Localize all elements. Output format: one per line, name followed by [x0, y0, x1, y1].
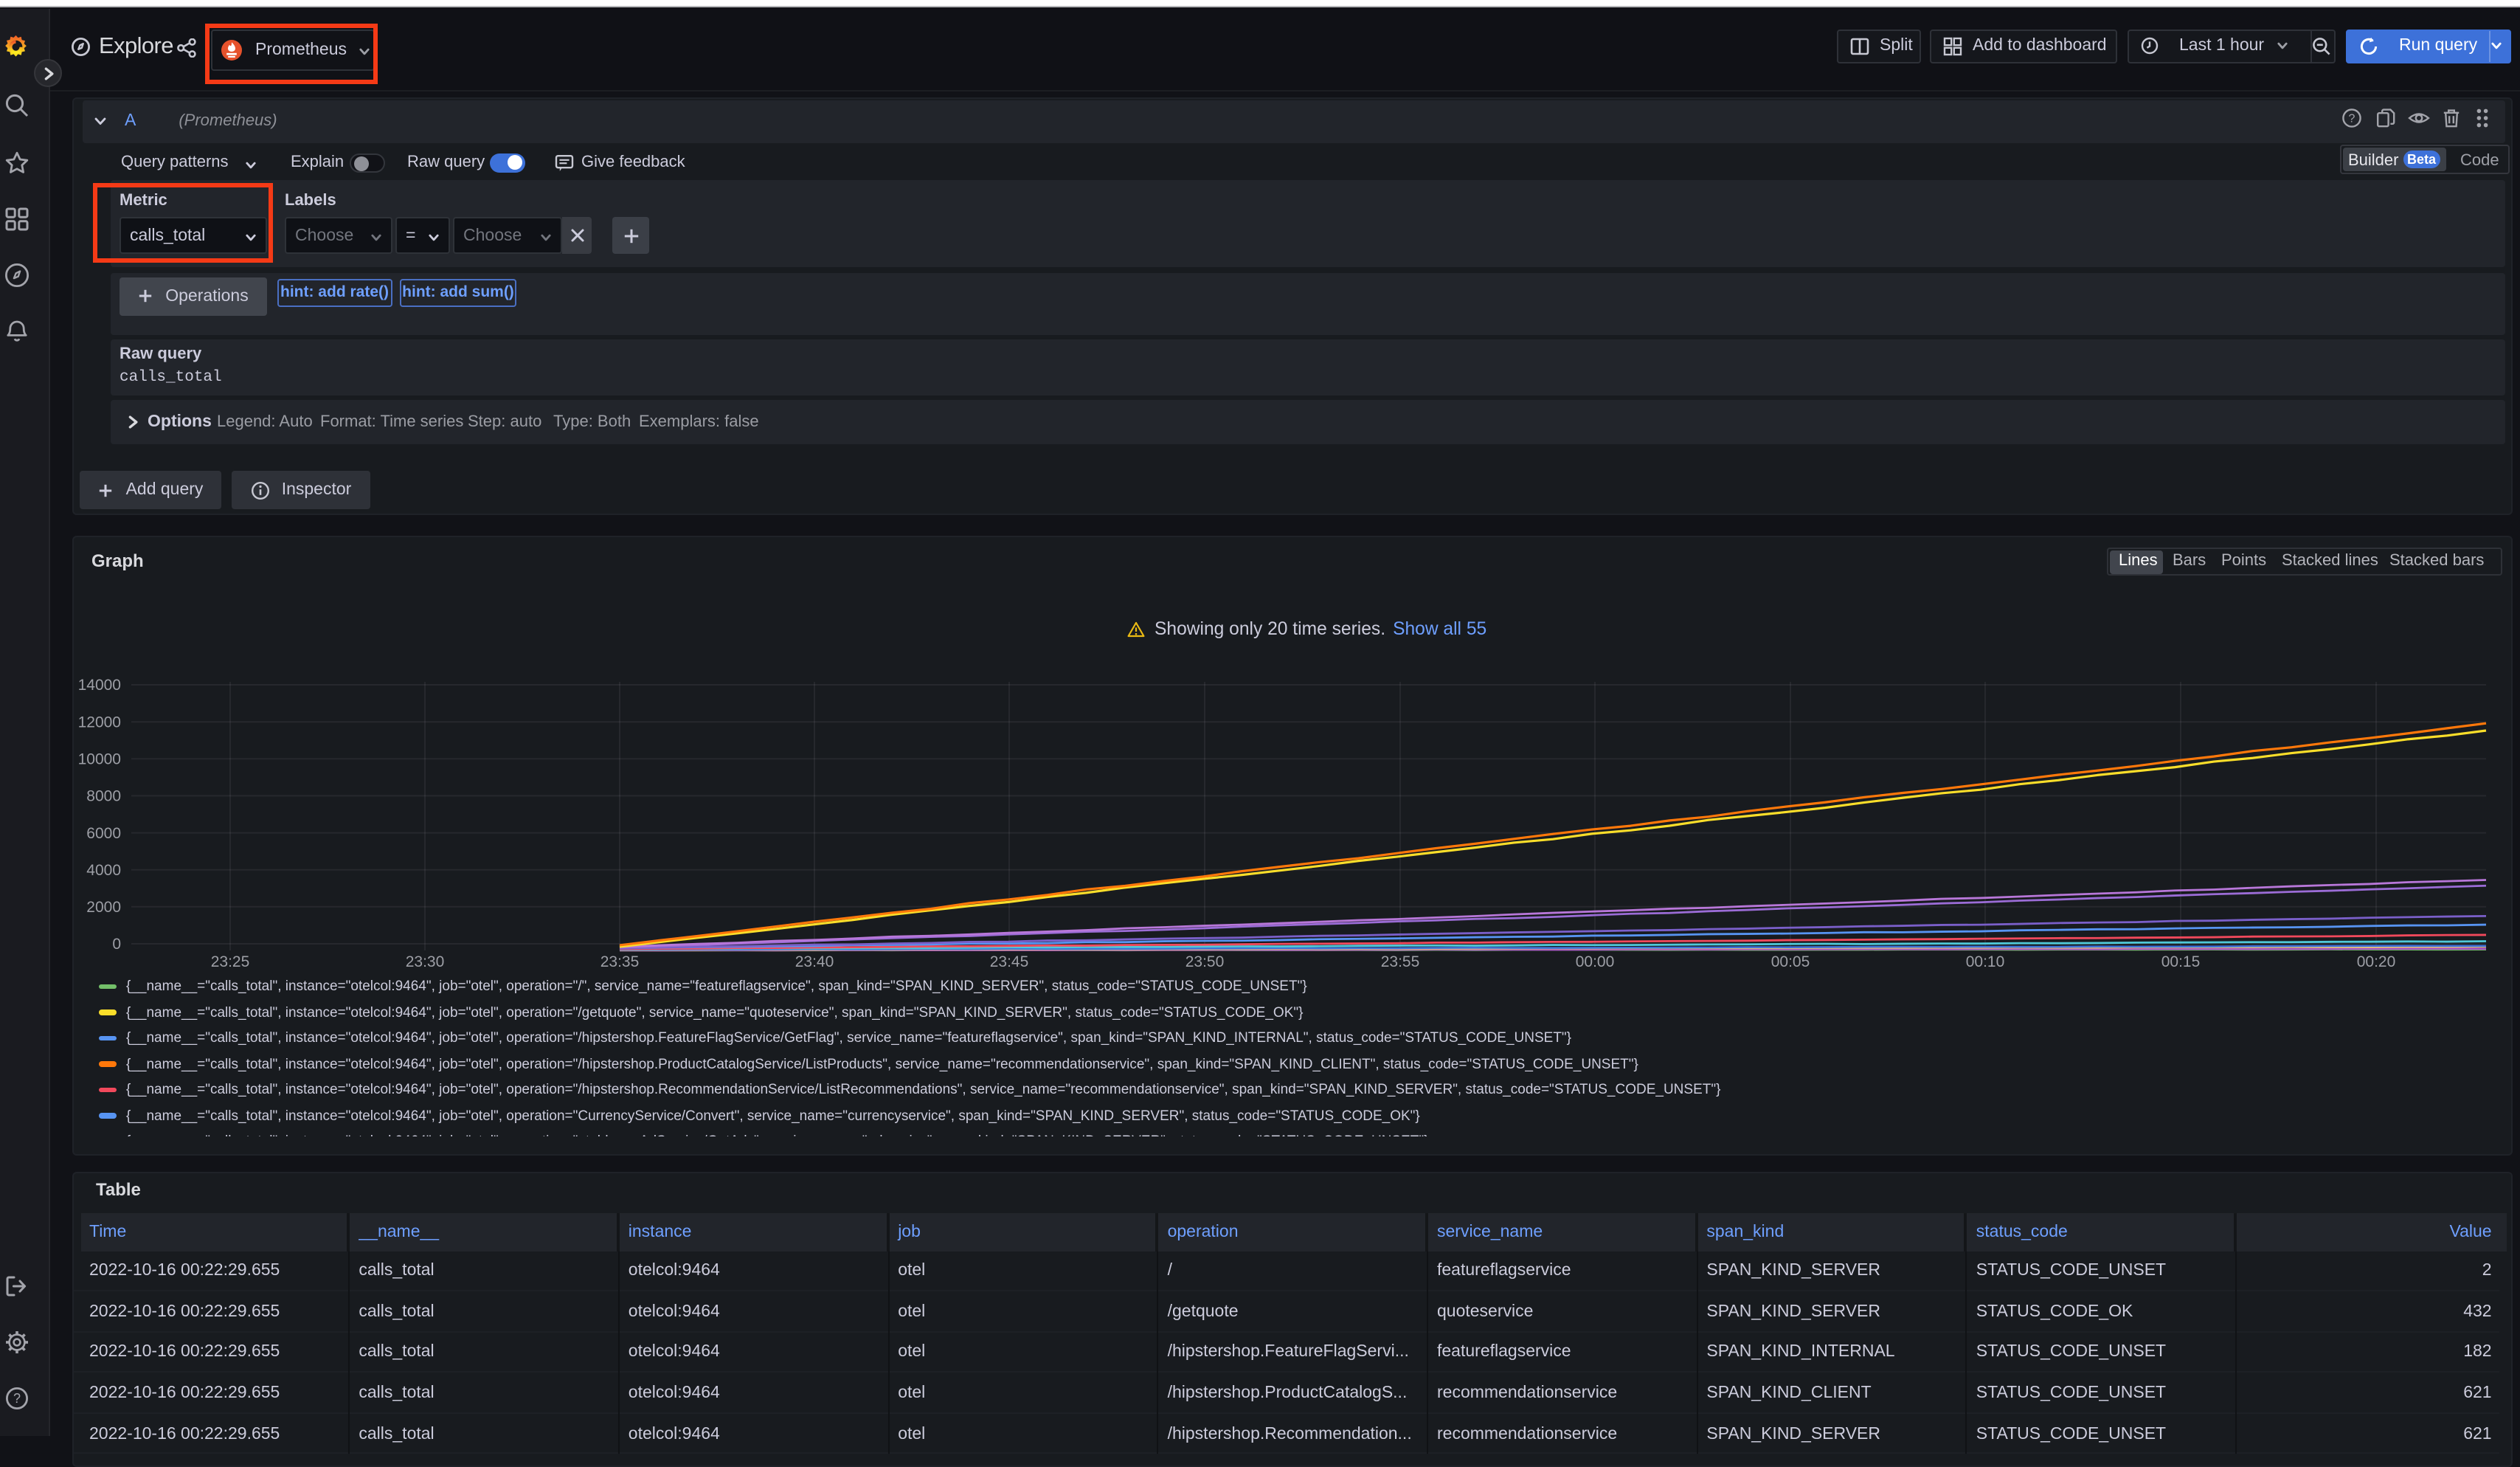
svg-text:?: ?: [13, 1391, 21, 1406]
svg-text:?: ?: [2349, 113, 2355, 125]
